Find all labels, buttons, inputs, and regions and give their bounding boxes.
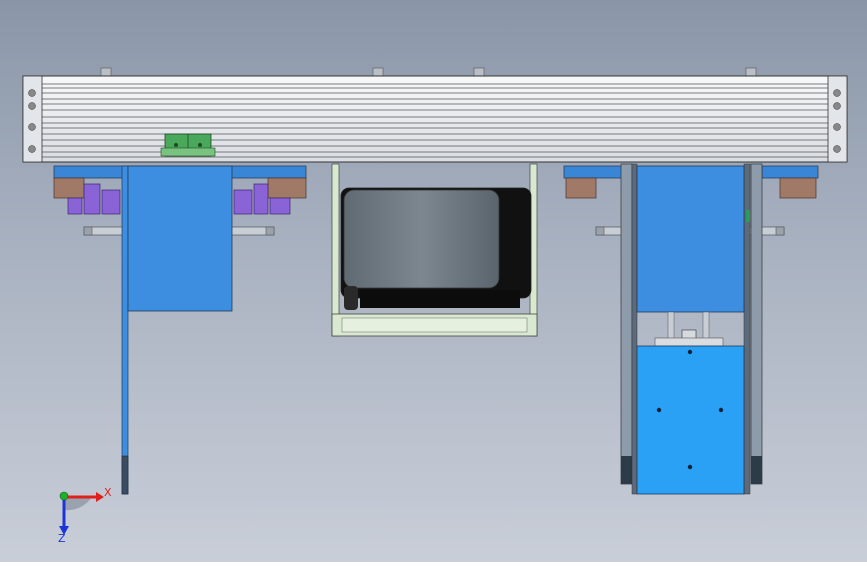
coordinate-triad-icon: X Z [58, 486, 112, 545]
center-motor-assembly[interactable] [331, 163, 538, 337]
z-axis-label: Z [58, 532, 66, 545]
right-carriage[interactable] [563, 163, 819, 495]
cad-viewport[interactable]: X Z [0, 0, 867, 562]
left-carriage[interactable] [53, 165, 307, 495]
cad-model-view[interactable]: X Z [0, 0, 867, 562]
rail-clamp[interactable] [160, 133, 216, 157]
x-axis-label: X [104, 486, 112, 499]
aluminium-rail[interactable] [22, 75, 848, 163]
